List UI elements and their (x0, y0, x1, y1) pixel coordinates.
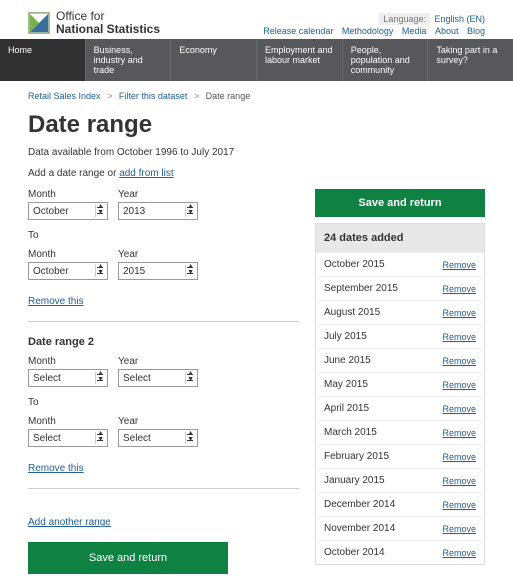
language-label: Language: (379, 13, 430, 25)
save-and-return-button-side[interactable]: Save and return (315, 189, 485, 217)
date-item: March 2015 Remove (316, 420, 484, 444)
date-item: October 2015 Remove (316, 252, 484, 276)
to-label: To (28, 230, 299, 241)
add-another-range-link[interactable]: Add another range (28, 517, 111, 528)
add-from-list-link[interactable]: add from list (119, 168, 173, 179)
year-label: Year (118, 189, 198, 200)
site-logo[interactable]: Office for National Statistics (28, 10, 160, 36)
date-item: June 2015 Remove (316, 348, 484, 372)
remove-range-1[interactable]: Remove this (28, 296, 84, 307)
date-item-remove[interactable]: Remove (442, 500, 476, 510)
date-item-remove[interactable]: Remove (442, 332, 476, 342)
date-item: February 2015 Remove (316, 444, 484, 468)
date-item-label: October 2015 (324, 259, 385, 270)
nav-employment[interactable]: Employment and labour market (257, 39, 343, 81)
logo-text-2: National Statistics (56, 23, 160, 36)
range1-to-month-select[interactable]: October▲▼ (28, 262, 108, 280)
top-link-blog[interactable]: Blog (467, 26, 485, 36)
date-item-label: October 2014 (324, 547, 385, 558)
top-link-media[interactable]: Media (402, 26, 427, 36)
date-item-remove[interactable]: Remove (442, 260, 476, 270)
date-item-label: June 2015 (324, 355, 371, 366)
dates-added-count: 24 dates added (316, 224, 484, 252)
hint-text: Add a date range or add from list (28, 168, 485, 179)
page-title: Date range (28, 111, 485, 139)
date-item-label: December 2014 (324, 499, 395, 510)
date-item: July 2015 Remove (316, 324, 484, 348)
nav-business[interactable]: Business, industry and trade (86, 39, 172, 81)
date-item-remove[interactable]: Remove (442, 380, 476, 390)
range2-title: Date range 2 (28, 336, 299, 348)
nav-home[interactable]: Home (0, 39, 86, 81)
date-item-remove[interactable]: Remove (442, 548, 476, 558)
date-item: September 2015 Remove (316, 276, 484, 300)
date-item-remove[interactable]: Remove (442, 308, 476, 318)
ons-logo-icon (28, 12, 50, 34)
date-item-label: February 2015 (324, 451, 389, 462)
date-item-remove[interactable]: Remove (442, 404, 476, 414)
date-item-label: January 2015 (324, 475, 385, 486)
date-item-label: April 2015 (324, 403, 369, 414)
date-item-label: July 2015 (324, 331, 367, 342)
crumb-current: Date range (206, 91, 251, 101)
range1-to-year-select[interactable]: 2015▲▼ (118, 262, 198, 280)
crumb-0[interactable]: Retail Sales Index (28, 91, 101, 101)
date-item-remove[interactable]: Remove (442, 284, 476, 294)
date-item-label: November 2014 (324, 523, 395, 534)
date-item: April 2015 Remove (316, 396, 484, 420)
date-item-remove[interactable]: Remove (442, 476, 476, 486)
date-item-remove[interactable]: Remove (442, 452, 476, 462)
breadcrumb: Retail Sales Index > Filter this dataset… (28, 91, 485, 101)
crumb-1[interactable]: Filter this dataset (119, 91, 188, 101)
range2-to-year-select[interactable]: Select▲▼ (118, 429, 198, 447)
date-item-remove[interactable]: Remove (442, 428, 476, 438)
top-link-about[interactable]: About (435, 26, 459, 36)
date-item: October 2014 Remove (316, 540, 484, 564)
date-item-remove[interactable]: Remove (442, 524, 476, 534)
date-item-remove[interactable]: Remove (442, 356, 476, 366)
dates-added-panel: 24 dates added October 2015RemoveSeptemb… (315, 223, 485, 565)
date-item: December 2014 Remove (316, 492, 484, 516)
range2-from-month-select[interactable]: Select▲▼ (28, 369, 108, 387)
save-and-return-button-bottom[interactable]: Save and return (28, 542, 228, 574)
date-item: May 2015 Remove (316, 372, 484, 396)
range1-from-year-select[interactable]: 2013▲▼ (118, 202, 198, 220)
date-item-label: August 2015 (324, 307, 380, 318)
primary-nav: Home Business, industry and trade Econom… (0, 39, 513, 81)
month-label: Month (28, 189, 108, 200)
top-link-methodology[interactable]: Methodology (342, 26, 394, 36)
language-value[interactable]: English (EN) (434, 14, 485, 24)
range2-to-month-select[interactable]: Select▲▼ (28, 429, 108, 447)
date-item: January 2015 Remove (316, 468, 484, 492)
date-item: August 2015 Remove (316, 300, 484, 324)
date-item-label: September 2015 (324, 283, 398, 294)
date-item-label: March 2015 (324, 427, 377, 438)
range2-from-year-select[interactable]: Select▲▼ (118, 369, 198, 387)
date-item-label: May 2015 (324, 379, 368, 390)
top-link-release[interactable]: Release calendar (263, 26, 333, 36)
page-subtitle: Data available from October 1996 to July… (28, 147, 485, 158)
nav-people[interactable]: People, population and community (343, 39, 429, 81)
nav-economy[interactable]: Economy (171, 39, 257, 81)
nav-survey[interactable]: Taking part in a survey? (428, 39, 513, 81)
date-item: November 2014 Remove (316, 516, 484, 540)
remove-range-2[interactable]: Remove this (28, 463, 84, 474)
range1-from-month-select[interactable]: October▲▼ (28, 202, 108, 220)
